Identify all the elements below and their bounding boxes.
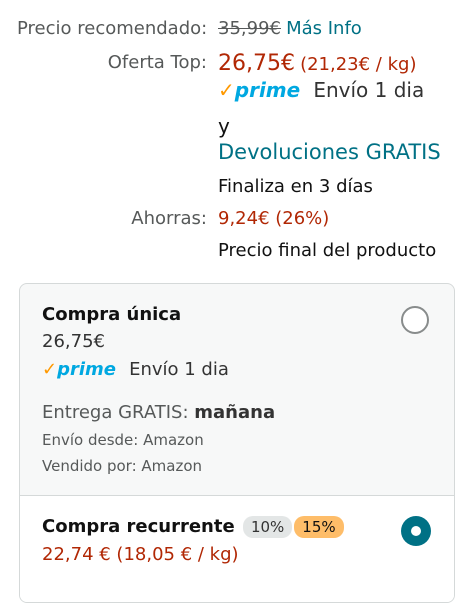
offer-ends: Finaliza en 3 días: [218, 176, 373, 197]
prime-check-icon: ✓: [218, 78, 235, 102]
recommended-price-label: Precio recomendado:: [17, 18, 208, 39]
recommended-price-row: 35,99€ Más Info: [218, 18, 362, 39]
final-price-note: Precio final del producto: [218, 240, 437, 261]
offer-unit-price: (21,23€ / kg): [300, 54, 417, 75]
savings-value: 9,24€ (26%): [218, 208, 330, 229]
discount-badge-15: 15%: [294, 516, 344, 538]
ships-from: Envío desde: Amazon: [42, 431, 204, 449]
sold-by: Vendido por: Amazon: [42, 457, 203, 475]
one-time-title: Compra única: [42, 304, 182, 325]
prime-shipping-row: ✓prime Envío 1 dia: [218, 78, 424, 102]
recurring-radio[interactable]: [401, 516, 431, 546]
recurring-price: 22,74 € (18,05 € / kg): [42, 544, 239, 565]
prime-logo: prime: [234, 78, 301, 102]
delivery-day: mañana: [194, 402, 276, 423]
one-time-purchase-option[interactable]: Compra única 26,75€ ✓prime Envío 1 dia E…: [20, 284, 454, 495]
prime-check-icon: ✓: [42, 359, 58, 380]
recurring-row: Compra recurrente 10% 15%: [42, 516, 344, 538]
recurring-title: Compra recurrente: [42, 516, 235, 537]
and-text: y: [218, 114, 230, 138]
purchase-options-box: Compra única 26,75€ ✓prime Envío 1 dia E…: [19, 283, 455, 603]
shipping-speed: Envío 1 dia: [313, 78, 425, 102]
one-time-price: 26,75€: [42, 331, 105, 352]
delivery-prefix: Entrega GRATIS:: [42, 402, 189, 423]
offer-label: Oferta Top:: [107, 52, 207, 73]
savings-label: Ahorras:: [131, 208, 207, 229]
one-time-prime-row: ✓prime Envío 1 dia: [42, 359, 229, 380]
recommended-price-value: 35,99€: [218, 18, 281, 39]
free-returns-link[interactable]: Devoluciones GRATIS: [218, 140, 441, 164]
one-time-radio[interactable]: [401, 306, 429, 334]
discount-badge-10: 10%: [242, 516, 293, 538]
more-info-link[interactable]: Más Info: [286, 18, 362, 39]
delivery-row: Entrega GRATIS: mañana: [42, 402, 275, 423]
recurring-purchase-option[interactable]: Compra recurrente 10% 15% 22,74 € (18,05 …: [20, 496, 454, 602]
offer-price: 26,75€: [218, 51, 295, 76]
prime-logo: prime: [57, 359, 116, 380]
offer-price-row: 26,75€ (21,23€ / kg): [218, 51, 416, 76]
one-time-shipping: Envío 1 dia: [129, 359, 229, 380]
